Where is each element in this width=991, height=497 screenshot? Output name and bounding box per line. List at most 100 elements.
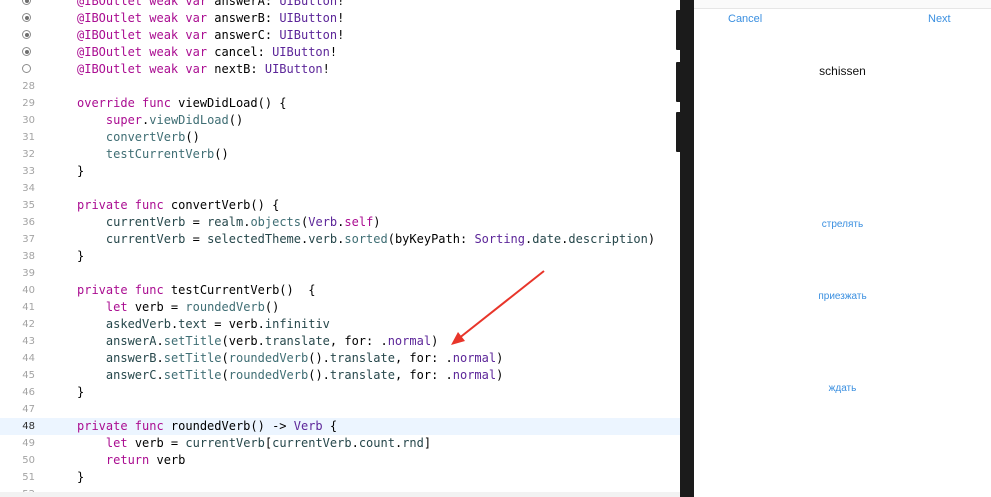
line-gutter[interactable]: 39 <box>0 265 58 282</box>
code-line[interactable]: 29 override func viewDidLoad() { <box>0 95 680 112</box>
code-text[interactable]: convertVerb() <box>77 129 200 146</box>
code-text[interactable]: testCurrentVerb() <box>77 146 229 163</box>
code-line[interactable]: 49 let verb = currentVerb[currentVerb.co… <box>0 435 680 452</box>
code-text[interactable]: @IBOutlet weak var cancel: UIButton! <box>77 44 337 61</box>
code-text[interactable]: } <box>77 248 84 265</box>
line-gutter[interactable] <box>0 27 58 44</box>
code-text[interactable]: answerC.setTitle(roundedVerb().translate… <box>77 367 503 384</box>
code-text[interactable]: } <box>77 469 84 486</box>
code-text[interactable]: askedVerb.text = verb.infinitiv <box>77 316 330 333</box>
line-gutter[interactable]: 33 <box>0 163 58 180</box>
line-number: 37 <box>22 234 35 245</box>
code-line[interactable]: 51} <box>0 469 680 486</box>
line-gutter[interactable]: 34 <box>0 180 58 197</box>
line-gutter[interactable]: 48 <box>0 418 58 435</box>
line-gutter[interactable]: 47 <box>0 401 58 418</box>
code-line[interactable]: 30 super.viewDidLoad() <box>0 112 680 129</box>
code-token: description <box>568 232 648 246</box>
code-token: infinitiv <box>264 317 330 331</box>
code-text[interactable]: } <box>77 163 84 180</box>
code-line[interactable]: 44 answerB.setTitle(roundedVerb().transl… <box>0 350 680 367</box>
code-line[interactable]: @IBOutlet weak var answerA: UIButton! <box>0 0 680 10</box>
code-line[interactable]: 45 answerC.setTitle(roundedVerb().transl… <box>0 367 680 384</box>
line-gutter[interactable]: 51 <box>0 469 58 486</box>
line-gutter[interactable]: 37 <box>0 231 58 248</box>
code-text[interactable]: @IBOutlet weak var answerA: UIButton! <box>77 0 344 10</box>
code-line[interactable]: @IBOutlet weak var answerC: UIButton! <box>0 27 680 44</box>
code-text[interactable]: override func viewDidLoad() { <box>77 95 287 112</box>
code-line[interactable]: 39 <box>0 265 680 282</box>
code-line[interactable]: 34 <box>0 180 680 197</box>
outlet-connection-icon[interactable] <box>22 47 31 56</box>
line-gutter[interactable]: 42 <box>0 316 58 333</box>
line-gutter[interactable]: 49 <box>0 435 58 452</box>
code-text[interactable]: let verb = currentVerb[currentVerb.count… <box>77 435 431 452</box>
code-line[interactable]: 40 private func testCurrentVerb() { <box>0 282 680 299</box>
code-text[interactable]: } <box>77 384 84 401</box>
line-gutter[interactable]: 29 <box>0 95 58 112</box>
outlet-connection-icon[interactable] <box>22 0 31 5</box>
line-number: 32 <box>22 149 35 160</box>
code-text[interactable]: @IBOutlet weak var nextB: UIButton! <box>77 61 330 78</box>
code-text[interactable]: private func convertVerb() { <box>77 197 279 214</box>
code-text[interactable]: currentVerb = realm.objects(Verb.self) <box>77 214 381 231</box>
line-gutter[interactable]: 41 <box>0 299 58 316</box>
code-text[interactable]: super.viewDidLoad() <box>77 112 243 129</box>
line-gutter[interactable]: 50 <box>0 452 58 469</box>
code-text[interactable]: answerB.setTitle(roundedVerb().translate… <box>77 350 503 367</box>
code-line[interactable]: 48 private func roundedVerb() -> Verb { <box>0 418 680 435</box>
outlet-connection-icon[interactable] <box>22 13 31 22</box>
code-text[interactable]: let verb = roundedVerb() <box>77 299 279 316</box>
code-editor[interactable]: @IBOutlet weak var answerA: UIButton! @IB… <box>0 0 680 497</box>
answer-c-button[interactable]: ждать <box>694 382 991 395</box>
code-line[interactable]: 37 currentVerb = selectedTheme.verb.sort… <box>0 231 680 248</box>
code-text[interactable]: return verb <box>77 452 185 469</box>
line-gutter[interactable]: 35 <box>0 197 58 214</box>
code-line[interactable]: @IBOutlet weak var answerB: UIButton! <box>0 10 680 27</box>
outlet-connection-icon[interactable] <box>22 30 31 39</box>
code-line[interactable]: @IBOutlet weak var nextB: UIButton! <box>0 61 680 78</box>
code-line[interactable]: 47 <box>0 401 680 418</box>
code-line[interactable]: 35 private func convertVerb() { <box>0 197 680 214</box>
line-gutter[interactable]: 31 <box>0 129 58 146</box>
code-text[interactable]: currentVerb = selectedTheme.verb.sorted(… <box>77 231 655 248</box>
line-gutter[interactable]: 38 <box>0 248 58 265</box>
code-line[interactable]: 32 testCurrentVerb() <box>0 146 680 163</box>
answer-a-button[interactable]: стрелять <box>694 218 991 231</box>
line-gutter[interactable] <box>0 0 58 10</box>
code-line[interactable]: 38} <box>0 248 680 265</box>
line-gutter[interactable] <box>0 10 58 27</box>
line-gutter[interactable]: 32 <box>0 146 58 163</box>
code-token: normal <box>452 351 497 365</box>
line-gutter[interactable]: 40 <box>0 282 58 299</box>
code-line[interactable]: 33} <box>0 163 680 180</box>
code-line[interactable]: 41 let verb = roundedVerb() <box>0 299 680 316</box>
code-line[interactable]: 31 convertVerb() <box>0 129 680 146</box>
code-token: (). <box>308 351 330 365</box>
code-text[interactable]: answerA.setTitle(verb.translate, for: .n… <box>77 333 438 350</box>
line-gutter[interactable]: 44 <box>0 350 58 367</box>
code-line[interactable]: 36 currentVerb = realm.objects(Verb.self… <box>0 214 680 231</box>
next-button[interactable]: Next <box>928 12 951 26</box>
code-text[interactable]: @IBOutlet weak var answerC: UIButton! <box>77 27 344 44</box>
line-gutter[interactable] <box>0 61 58 78</box>
code-text[interactable]: private func testCurrentVerb() { <box>77 282 315 299</box>
answer-b-button[interactable]: приезжать <box>694 290 991 303</box>
cancel-button[interactable]: Cancel <box>728 12 762 26</box>
code-line[interactable]: 50 return verb <box>0 452 680 469</box>
line-gutter[interactable]: 46 <box>0 384 58 401</box>
line-gutter[interactable]: 36 <box>0 214 58 231</box>
code-text[interactable]: @IBOutlet weak var answerB: UIButton! <box>77 10 344 27</box>
line-gutter[interactable] <box>0 44 58 61</box>
code-line[interactable]: @IBOutlet weak var cancel: UIButton! <box>0 44 680 61</box>
line-gutter[interactable]: 28 <box>0 78 58 95</box>
line-gutter[interactable]: 43 <box>0 333 58 350</box>
code-line[interactable]: 42 askedVerb.text = verb.infinitiv <box>0 316 680 333</box>
code-line[interactable]: 28 <box>0 78 680 95</box>
line-gutter[interactable]: 45 <box>0 367 58 384</box>
code-line[interactable]: 46} <box>0 384 680 401</box>
line-gutter[interactable]: 30 <box>0 112 58 129</box>
code-text[interactable]: private func roundedVerb() -> Verb { <box>77 418 337 435</box>
outlet-connection-icon[interactable] <box>22 64 31 73</box>
code-line[interactable]: 43 answerA.setTitle(verb.translate, for:… <box>0 333 680 350</box>
